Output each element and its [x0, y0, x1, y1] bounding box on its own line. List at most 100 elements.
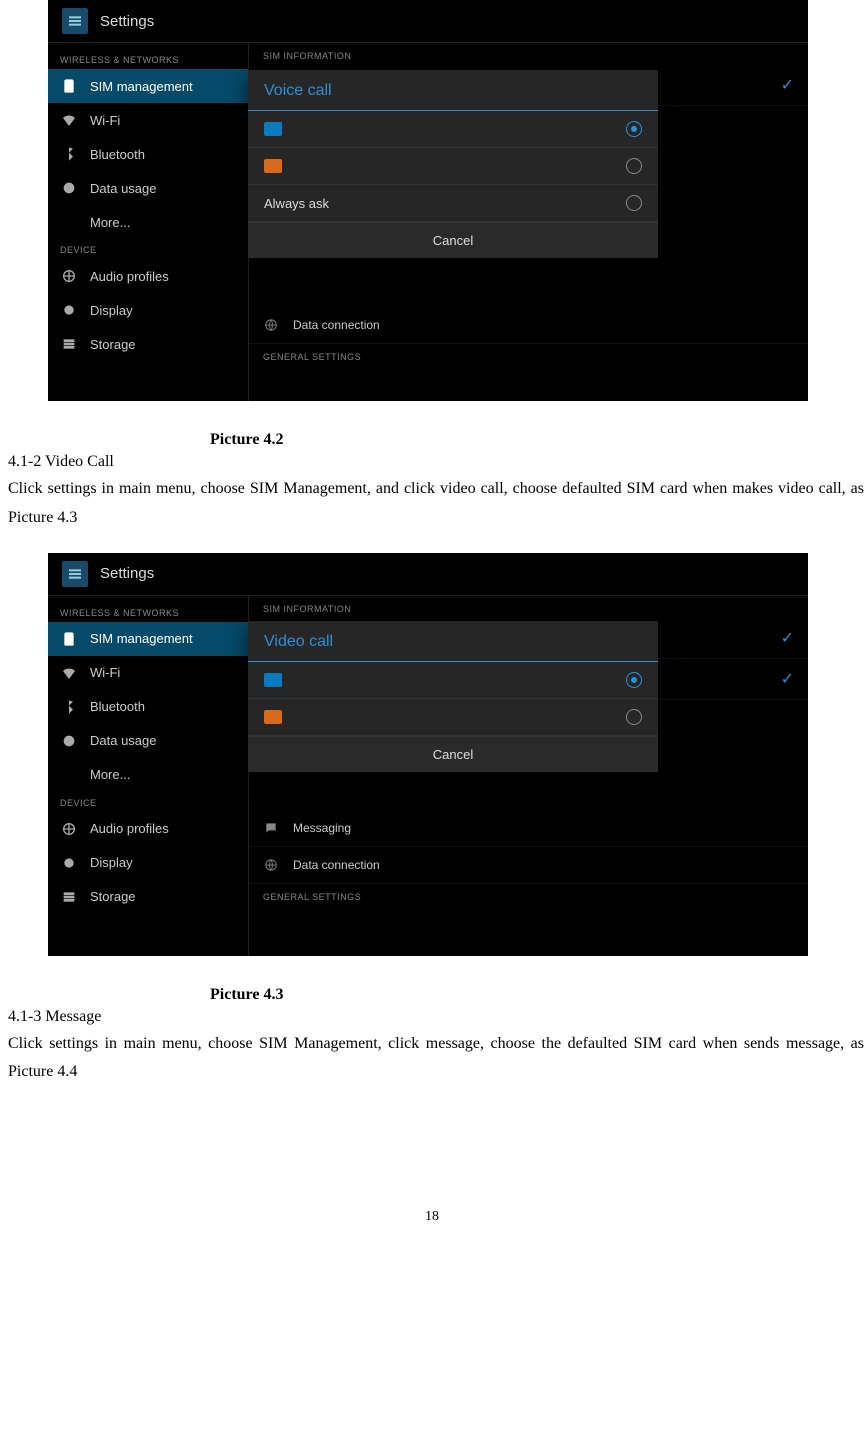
dialog-option-sim1[interactable] — [248, 111, 658, 148]
wireless-header: WIRELESS & NETWORKS — [48, 49, 248, 69]
blank-icon — [60, 213, 78, 231]
document-page: Settings WIRELESS & NETWORKS SIM managem… — [0, 0, 864, 1265]
data-connection-row[interactable]: Data connection — [249, 307, 808, 344]
data-icon — [60, 732, 78, 750]
wifi-icon — [60, 111, 78, 129]
body-text-video-call: Click settings in main menu, choose SIM … — [0, 473, 864, 535]
screenshot-voice-call: Settings WIRELESS & NETWORKS SIM managem… — [48, 0, 808, 401]
sidebar-item-wifi[interactable]: Wi-Fi — [48, 656, 248, 690]
settings-sidebar: WIRELESS & NETWORKS SIM management Wi-Fi… — [48, 596, 248, 956]
dialog-option-sim1[interactable] — [248, 662, 658, 699]
sidebar-item-data[interactable]: Data usage — [48, 724, 248, 758]
messaging-label: Messaging — [293, 821, 351, 835]
globe-icon — [263, 317, 279, 333]
globe-icon — [263, 857, 279, 873]
sidebar-item-audio[interactable]: Audio profiles — [48, 259, 248, 293]
sidebar-item-data[interactable]: Data usage — [48, 171, 248, 205]
sidebar-label: Audio profiles — [90, 269, 169, 284]
figure-caption-1: Picture 4.2 — [0, 401, 864, 453]
wireless-header: WIRELESS & NETWORKS — [48, 602, 248, 622]
sidebar-label: Data usage — [90, 733, 157, 748]
device-header: DEVICE — [48, 239, 248, 259]
sidebar-label: Bluetooth — [90, 147, 145, 162]
sidebar-item-bluetooth[interactable]: Bluetooth — [48, 690, 248, 724]
sidebar-label: SIM management — [90, 631, 193, 646]
sidebar-label: Wi-Fi — [90, 665, 120, 680]
sidebar-item-audio[interactable]: Audio profiles — [48, 812, 248, 846]
device-header: DEVICE — [48, 792, 248, 812]
sidebar-item-storage[interactable]: Storage — [48, 327, 248, 361]
settings-title: Settings — [100, 565, 154, 582]
sidebar-item-sim[interactable]: SIM management — [48, 622, 248, 656]
sim-chip-icon — [264, 122, 282, 136]
sim-info-header: SIM INFORMATION — [249, 596, 808, 618]
sim-chip-icon — [264, 710, 282, 724]
data-connection-label: Data connection — [293, 318, 380, 332]
check-icon: ✓ — [781, 628, 794, 648]
dialog-option-sim2[interactable] — [248, 148, 658, 185]
sim-icon — [60, 630, 78, 648]
messaging-row[interactable]: Messaging — [249, 810, 808, 847]
sidebar-item-more[interactable]: More... — [48, 758, 248, 792]
sidebar-label: More... — [90, 767, 130, 782]
audio-icon — [60, 820, 78, 838]
sidebar-item-display[interactable]: Display — [48, 293, 248, 327]
settings-icon — [62, 561, 88, 587]
message-icon — [263, 820, 279, 836]
radio-off-icon — [626, 158, 642, 174]
sidebar-label: Display — [90, 303, 133, 318]
sidebar-item-display[interactable]: Display — [48, 846, 248, 880]
general-settings-header: GENERAL SETTINGS — [249, 344, 808, 366]
sidebar-item-wifi[interactable]: Wi-Fi — [48, 103, 248, 137]
wifi-icon — [60, 664, 78, 682]
always-ask-label: Always ask — [264, 196, 329, 211]
sidebar-label: Data usage — [90, 181, 157, 196]
dialog-cancel-button[interactable]: Cancel — [248, 222, 658, 258]
sim-chip-icon — [264, 159, 282, 173]
audio-icon — [60, 267, 78, 285]
sidebar-item-sim[interactable]: SIM management — [48, 69, 248, 103]
general-settings-header: GENERAL SETTINGS — [249, 884, 808, 906]
bluetooth-icon — [60, 698, 78, 716]
dialog-title: Video call — [248, 621, 658, 662]
section-heading-message: 4.1-3 Message — [0, 1008, 864, 1028]
radio-off-icon — [626, 709, 642, 725]
storage-icon — [60, 335, 78, 353]
sidebar-item-bluetooth[interactable]: Bluetooth — [48, 137, 248, 171]
blank-icon — [60, 766, 78, 784]
check-icon: ✓ — [781, 669, 794, 689]
sim-icon — [60, 77, 78, 95]
sidebar-label: SIM management — [90, 79, 193, 94]
voice-call-dialog: Voice call Always ask Cancel — [248, 70, 658, 258]
settings-icon — [62, 8, 88, 34]
dialog-title: Voice call — [248, 70, 658, 111]
video-call-dialog: Video call Cancel — [248, 621, 658, 772]
screenshot-video-call: Settings WIRELESS & NETWORKS SIM managem… — [48, 553, 808, 956]
storage-icon — [60, 888, 78, 906]
display-icon — [60, 301, 78, 319]
radio-off-icon — [626, 195, 642, 211]
dialog-cancel-button[interactable]: Cancel — [248, 736, 658, 772]
radio-on-icon — [626, 121, 642, 137]
dialog-option-always-ask[interactable]: Always ask — [248, 185, 658, 222]
data-connection-label: Data connection — [293, 858, 380, 872]
sidebar-label: Audio profiles — [90, 821, 169, 836]
settings-header: Settings — [48, 0, 808, 43]
sidebar-item-more[interactable]: More... — [48, 205, 248, 239]
settings-title: Settings — [100, 13, 154, 30]
sidebar-label: More... — [90, 215, 130, 230]
sim-chip-icon — [264, 673, 282, 687]
sidebar-label: Wi-Fi — [90, 113, 120, 128]
settings-header: Settings — [48, 553, 808, 596]
check-icon: ✓ — [781, 75, 794, 95]
body-text-message: Click settings in main menu, choose SIM … — [0, 1028, 864, 1090]
sim-info-header: SIM INFORMATION — [249, 43, 808, 65]
data-icon — [60, 179, 78, 197]
data-connection-row[interactable]: Data connection — [249, 847, 808, 884]
sidebar-label: Storage — [90, 889, 136, 904]
sidebar-label: Storage — [90, 337, 136, 352]
settings-sidebar: WIRELESS & NETWORKS SIM management Wi-Fi… — [48, 43, 248, 401]
page-number: 18 — [0, 1209, 864, 1225]
dialog-option-sim2[interactable] — [248, 699, 658, 736]
sidebar-item-storage[interactable]: Storage — [48, 880, 248, 914]
